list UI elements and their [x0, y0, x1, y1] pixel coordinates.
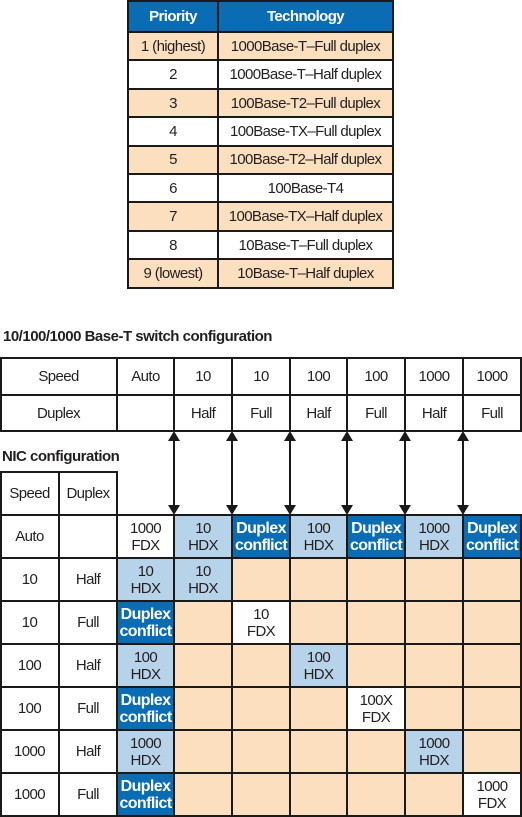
bidirectional-arrow-icon [341, 431, 353, 515]
bidirectional-arrow-icon [284, 431, 296, 515]
negotiation-arrows [168, 431, 469, 515]
bidirectional-arrow-icon [168, 431, 180, 515]
bidirectional-arrow-icon [457, 431, 469, 515]
bidirectional-arrow-icon [226, 431, 238, 515]
bidirectional-arrow-icon [399, 431, 411, 515]
